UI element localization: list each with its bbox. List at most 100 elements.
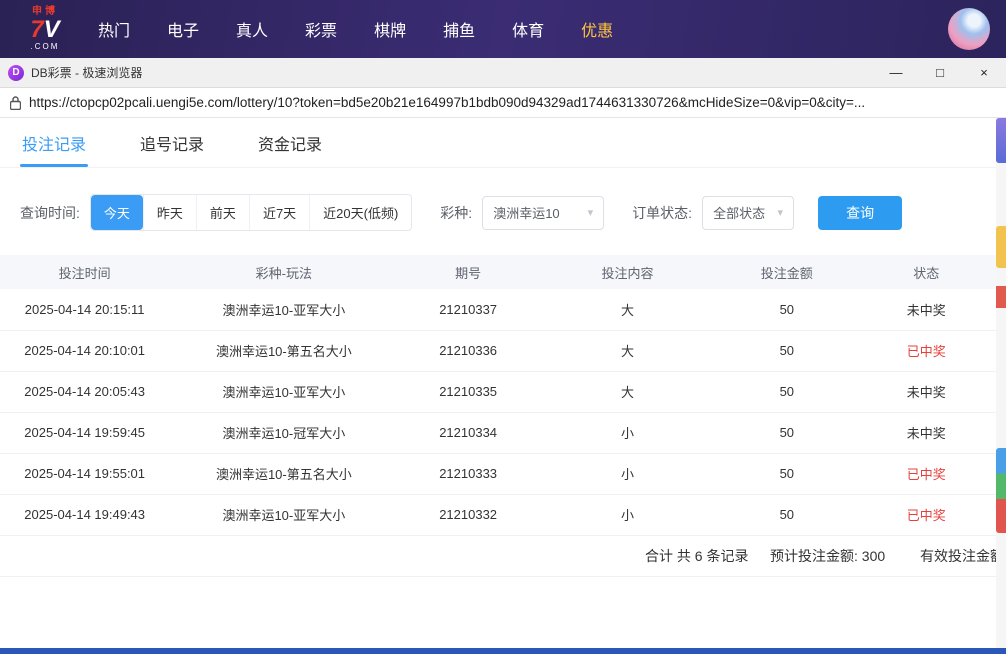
nav-item-live[interactable]: 真人 (236, 17, 268, 41)
logo-text-v: V (44, 16, 60, 43)
table-row: 2025-04-14 20:10:01 澳洲幸运10-第五名大小 2121033… (0, 330, 996, 371)
cell-bet-content: 大 (538, 330, 717, 371)
cell-period: 21210332 (398, 494, 537, 535)
nav-item-fishing[interactable]: 捕鱼 (443, 17, 475, 41)
user-avatar[interactable] (948, 8, 990, 50)
cell-game: 澳洲幸运10-冠军大小 (169, 412, 398, 453)
cell-game: 澳洲幸运10-第五名大小 (169, 330, 398, 371)
cell-period: 21210334 (398, 412, 537, 453)
status-badge: 未中奖 (857, 371, 996, 412)
cell-bet-content: 小 (538, 494, 717, 535)
close-icon: × (980, 65, 988, 80)
nav-item-sports[interactable]: 体育 (512, 17, 544, 41)
lottery-select[interactable]: 澳洲幸运10 ▾ (482, 196, 604, 230)
cell-game: 澳洲幸运10-第五名大小 (169, 453, 398, 494)
url-text[interactable]: https://ctopcp02pcali.uengi5e.com/lotter… (29, 95, 996, 110)
logo-text-main: 7V (16, 17, 74, 42)
query-button[interactable]: 查询 (818, 196, 902, 230)
nav-item-hot[interactable]: 热门 (98, 17, 130, 41)
cell-bet-content: 小 (538, 412, 717, 453)
column-header-bet-content: 投注内容 (538, 255, 717, 289)
status-badge: 未中奖 (857, 412, 996, 453)
filter-bar: 查询时间: 今天 昨天 前天 近7天 近20天(低频) 彩种: 澳洲幸运10 ▾… (0, 168, 996, 255)
maximize-button[interactable]: □ (918, 58, 962, 87)
time-filter-group: 今天 昨天 前天 近7天 近20天(低频) (90, 194, 412, 231)
lottery-select-value: 澳洲幸运10 (493, 203, 581, 222)
maximize-icon: □ (936, 65, 944, 80)
chevron-down-icon: ▾ (778, 206, 784, 219)
cell-bet-content: 大 (538, 371, 717, 412)
summary-total-records: 合计 共 6 条记录 (645, 536, 748, 577)
nav-item-promo[interactable]: 优惠 (581, 17, 613, 41)
screen: 申博 7V .COM 热门 电子 真人 彩票 棋牌 捕鱼 体育 优惠 D DB彩… (0, 0, 1006, 654)
cell-game: 澳洲幸运10-亚军大小 (169, 494, 398, 535)
browser-favicon: D (8, 65, 24, 81)
cell-game: 澳洲幸运10-亚军大小 (169, 289, 398, 330)
lock-icon (10, 96, 21, 110)
cell-bet-amount: 50 (717, 494, 856, 535)
status-badge: 未中奖 (857, 289, 996, 330)
cell-bet-time: 2025-04-14 20:05:43 (0, 371, 169, 412)
time-filter-day-before[interactable]: 前天 (196, 195, 249, 230)
browser-title-bar: D DB彩票 - 极速浏览器 — □ × (0, 58, 1006, 88)
time-filter-last-20-days[interactable]: 近20天(低频) (309, 195, 411, 230)
tab-fund-records[interactable]: 资金记录 (256, 118, 324, 167)
cell-period: 21210335 (398, 371, 537, 412)
cell-bet-content: 大 (538, 289, 717, 330)
table-row: 2025-04-14 20:15:11 澳洲幸运10-亚军大小 21210337… (0, 289, 996, 330)
cell-game: 澳洲幸运10-亚军大小 (169, 371, 398, 412)
lottery-records-page: 投注记录 追号记录 资金记录 查询时间: 今天 昨天 前天 近7天 近20天(低… (0, 118, 996, 648)
cell-bet-time: 2025-04-14 19:59:45 (0, 412, 169, 453)
cell-bet-amount: 50 (717, 412, 856, 453)
order-status-select[interactable]: 全部状态 ▾ (702, 196, 794, 230)
window-controls: — □ × (874, 58, 1006, 87)
column-header-bet-time: 投注时间 (0, 255, 169, 289)
time-filter-today[interactable]: 今天 (91, 195, 143, 230)
bet-records-table: 投注时间 彩种-玩法 期号 投注内容 投注金额 状态 2025-04-14 20… (0, 255, 996, 536)
site-logo[interactable]: 申博 7V .COM (16, 7, 74, 51)
nav-item-board[interactable]: 棋牌 (374, 17, 406, 41)
time-filter-label: 查询时间: (20, 203, 80, 223)
column-header-bet-amount: 投注金额 (717, 255, 856, 289)
time-filter-yesterday[interactable]: 昨天 (143, 195, 196, 230)
time-filter-last-7-days[interactable]: 近7天 (249, 195, 309, 230)
page-edge-clipped-widgets (996, 118, 1006, 648)
browser-address-bar: https://ctopcp02pcali.uengi5e.com/lotter… (0, 88, 1006, 118)
cell-bet-amount: 50 (717, 371, 856, 412)
cell-bet-amount: 50 (717, 330, 856, 371)
clipped-widget (996, 226, 1006, 268)
logo-text-sub: .COM (16, 43, 74, 51)
order-status-label: 订单状态: (632, 203, 692, 223)
clipped-widget (996, 286, 1006, 308)
nav-item-slots[interactable]: 电子 (167, 17, 199, 41)
column-header-game: 彩种-玩法 (169, 255, 398, 289)
cell-bet-time: 2025-04-14 19:55:01 (0, 453, 169, 494)
site-nav: 申博 7V .COM 热门 电子 真人 彩票 棋牌 捕鱼 体育 优惠 (0, 0, 1006, 58)
clipped-widget (996, 448, 1006, 533)
table-header-row: 投注时间 彩种-玩法 期号 投注内容 投注金额 状态 (0, 255, 996, 289)
nav-item-lottery[interactable]: 彩票 (305, 17, 337, 41)
cell-period: 21210337 (398, 289, 537, 330)
cell-bet-amount: 50 (717, 453, 856, 494)
cell-bet-time: 2025-04-14 20:15:11 (0, 289, 169, 330)
close-button[interactable]: × (962, 58, 1006, 87)
table-row: 2025-04-14 19:55:01 澳洲幸运10-第五名大小 2121033… (0, 453, 996, 494)
status-badge: 已中奖 (857, 494, 996, 535)
page-bottom-bar (0, 648, 1006, 654)
logo-text-7: 7 (30, 16, 43, 43)
table-row: 2025-04-14 20:05:43 澳洲幸运10-亚军大小 21210335… (0, 371, 996, 412)
cell-bet-content: 小 (538, 453, 717, 494)
tab-chase-records[interactable]: 追号记录 (138, 118, 206, 167)
clipped-widget (996, 118, 1006, 163)
cell-period: 21210336 (398, 330, 537, 371)
column-header-period: 期号 (398, 255, 537, 289)
table-row: 2025-04-14 19:49:43 澳洲幸运10-亚军大小 21210332… (0, 494, 996, 535)
column-header-status: 状态 (857, 255, 996, 289)
minimize-icon: — (890, 65, 903, 80)
chevron-down-icon: ▾ (588, 206, 594, 219)
records-tab-bar: 投注记录 追号记录 资金记录 (0, 118, 996, 168)
tab-bet-records[interactable]: 投注记录 (20, 118, 88, 167)
minimize-button[interactable]: — (874, 58, 918, 87)
cell-bet-time: 2025-04-14 20:10:01 (0, 330, 169, 371)
window-title: DB彩票 - 极速浏览器 (31, 64, 142, 81)
